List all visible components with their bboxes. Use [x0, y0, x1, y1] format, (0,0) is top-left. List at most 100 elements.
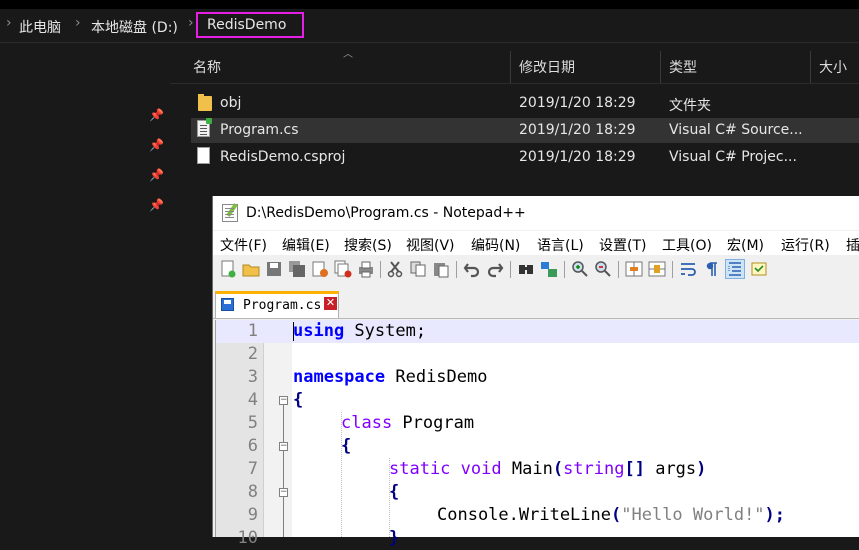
code-line-10[interactable]: 10 }: [216, 527, 859, 550]
replace-icon[interactable]: [540, 260, 558, 278]
code-text: {: [389, 482, 400, 502]
column-name-header[interactable]: 名称: [193, 57, 221, 77]
fold-minus-icon[interactable]: −: [279, 488, 288, 497]
column-divider[interactable]: [510, 51, 511, 83]
breadcrumb-drive-d[interactable]: 本地磁盘 (D:): [91, 17, 178, 37]
pin-icon[interactable]: 📌: [149, 198, 164, 212]
new-file-icon[interactable]: [219, 260, 237, 278]
copy-icon[interactable]: [409, 260, 427, 278]
zoom-out-icon[interactable]: [594, 260, 612, 278]
menu-macro[interactable]: 宏(M): [727, 235, 764, 255]
save-icon[interactable]: [265, 260, 283, 278]
title-bar[interactable]: D:\RedisDemo\Program.cs - Notepad++: [213, 196, 859, 230]
file-row-obj[interactable]: obj 2019/1/20 18:29 文件夹: [191, 91, 859, 116]
code-editor[interactable]: 1 using System; 2 3 namespace RedisDemo …: [215, 320, 859, 548]
undo-icon[interactable]: [463, 260, 481, 278]
file-date: 2019/1/20 18:29: [519, 95, 636, 111]
sync-vertical-icon[interactable]: [625, 260, 643, 278]
column-divider[interactable]: [810, 51, 811, 83]
fold-minus-icon[interactable]: −: [279, 442, 288, 451]
code-line-3[interactable]: 3 namespace RedisDemo: [216, 366, 859, 389]
menu-edit[interactable]: 编辑(E): [282, 235, 330, 255]
close-file-icon[interactable]: [311, 260, 329, 278]
column-type-header[interactable]: 类型: [669, 57, 697, 77]
navigation-pane: 📌 📌 📌 📌: [0, 43, 170, 537]
find-icon[interactable]: [517, 260, 535, 278]
column-headers: ︿ 名称 修改日期 类型 大小: [170, 43, 859, 84]
menu-run[interactable]: 运行(R): [781, 235, 830, 255]
text-cursor: [293, 322, 294, 341]
breadcrumb-redisdemo[interactable]: RedisDemo: [196, 12, 304, 38]
code-line-6[interactable]: 6 {: [216, 435, 859, 458]
save-all-icon[interactable]: [288, 260, 306, 278]
line-number: 4: [247, 390, 258, 410]
file-type: 文件夹: [669, 98, 711, 114]
user-language-icon[interactable]: [750, 260, 768, 278]
toolbar-separator: [564, 261, 565, 278]
pin-icon[interactable]: 📌: [149, 138, 164, 152]
file-row-program-cs[interactable]: Program.cs 2019/1/20 18:29 Visual C# Sou…: [191, 118, 859, 143]
line-number: 6: [247, 436, 258, 456]
line-number: 1: [247, 321, 258, 341]
code-line-5[interactable]: 5 class Program: [216, 412, 859, 435]
toolbar-separator: [510, 261, 511, 278]
menu-bar: 文件(F) 编辑(E) 搜索(S) 视图(V) 编码(N) 语言(L) 设置(T…: [213, 231, 859, 255]
tab-label: Program.cs: [243, 298, 322, 313]
notepad-icon: [222, 203, 238, 222]
cs-file-icon: [197, 118, 212, 137]
tab-program-cs[interactable]: Program.cs ✕: [215, 291, 339, 318]
word-wrap-icon[interactable]: [679, 260, 697, 278]
file-name: obj: [220, 95, 242, 111]
toolbar-separator: [380, 261, 381, 278]
code-text: }: [389, 528, 400, 548]
line-number: 3: [247, 367, 258, 387]
menu-language[interactable]: 语言(L): [537, 235, 584, 255]
cut-icon[interactable]: [386, 260, 404, 278]
code-line-2[interactable]: 2: [216, 343, 859, 366]
fold-minus-icon[interactable]: −: [279, 396, 288, 405]
code-line-9[interactable]: 9 Console.WriteLine("Hello World!");: [216, 504, 859, 527]
file-name: RedisDemo.csproj: [220, 149, 346, 165]
paste-icon[interactable]: [432, 260, 450, 278]
code-text: Console.WriteLine("Hello World!");: [437, 505, 786, 525]
code-line-1[interactable]: 1 using System;: [216, 320, 859, 343]
column-size-header[interactable]: 大小: [819, 57, 847, 77]
menu-file[interactable]: 文件(F): [220, 235, 267, 255]
file-row-redisdemo-csproj[interactable]: RedisDemo.csproj 2019/1/20 18:29 Visual …: [191, 145, 859, 170]
print-icon[interactable]: [357, 260, 375, 278]
sync-horizontal-icon[interactable]: [648, 260, 666, 278]
breadcrumb-this-pc[interactable]: 此电脑: [19, 17, 61, 37]
open-file-icon[interactable]: [242, 260, 260, 278]
column-date-header[interactable]: 修改日期: [519, 57, 575, 77]
file-name: Program.cs: [220, 122, 299, 138]
close-all-icon[interactable]: [334, 260, 352, 278]
file-date: 2019/1/20 18:29: [519, 122, 636, 138]
line-number: 10: [237, 528, 258, 548]
toolbar-separator: [456, 261, 457, 278]
close-tab-icon[interactable]: ✕: [324, 297, 337, 310]
menu-view[interactable]: 视图(V): [406, 235, 455, 255]
chevron-right-icon[interactable]: ›: [188, 15, 194, 31]
menu-settings[interactable]: 设置(T): [599, 235, 646, 255]
column-divider[interactable]: [660, 51, 661, 83]
menu-search[interactable]: 搜索(S): [344, 235, 392, 255]
breadcrumb: › 此电脑 › 本地磁盘 (D:) › RedisDemo: [0, 9, 859, 43]
menu-plugins[interactable]: 插: [846, 235, 859, 255]
chevron-right-icon[interactable]: ›: [75, 15, 81, 31]
code-line-8[interactable]: 8 {: [216, 481, 859, 504]
saved-icon: [221, 298, 234, 311]
menu-encoding[interactable]: 编码(N): [471, 235, 520, 255]
show-all-chars-icon[interactable]: [702, 260, 720, 278]
indent-guide: [341, 412, 342, 537]
code-text: {: [293, 390, 304, 410]
indent-guide-icon[interactable]: [725, 259, 745, 279]
redo-icon[interactable]: [486, 260, 504, 278]
menu-tools[interactable]: 工具(O): [662, 235, 712, 255]
pin-icon[interactable]: 📌: [149, 168, 164, 182]
code-line-4[interactable]: 4 {: [216, 389, 859, 412]
code-line-7[interactable]: 7 static void Main(string[] args): [216, 458, 859, 481]
window-title: D:\RedisDemo\Program.cs - Notepad++: [246, 205, 526, 221]
fold-line: [283, 405, 284, 537]
pin-icon[interactable]: 📌: [149, 108, 164, 122]
zoom-in-icon[interactable]: [571, 260, 589, 278]
